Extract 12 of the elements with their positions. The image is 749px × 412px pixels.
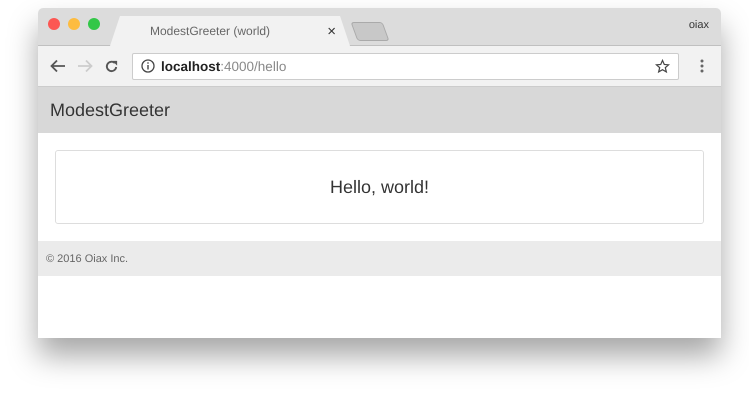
info-icon[interactable] — [141, 59, 155, 73]
address-bar[interactable]: localhost:4000/hello — [132, 52, 679, 80]
menu-icon[interactable] — [700, 59, 704, 73]
url-text: localhost:4000/hello — [161, 58, 286, 74]
reload-icon[interactable] — [104, 58, 119, 74]
back-icon[interactable] — [50, 59, 66, 73]
greeting-message: Hello, world! — [330, 176, 430, 198]
profile-name[interactable]: oiax — [688, 18, 709, 30]
copyright-text: © 2016 Oiax Inc. — [46, 252, 128, 264]
site-brand[interactable]: ModestGreeter — [50, 100, 170, 120]
browser-tab[interactable]: ModestGreeter (world) × — [110, 16, 350, 46]
bookmark-star-icon[interactable] — [655, 58, 670, 74]
